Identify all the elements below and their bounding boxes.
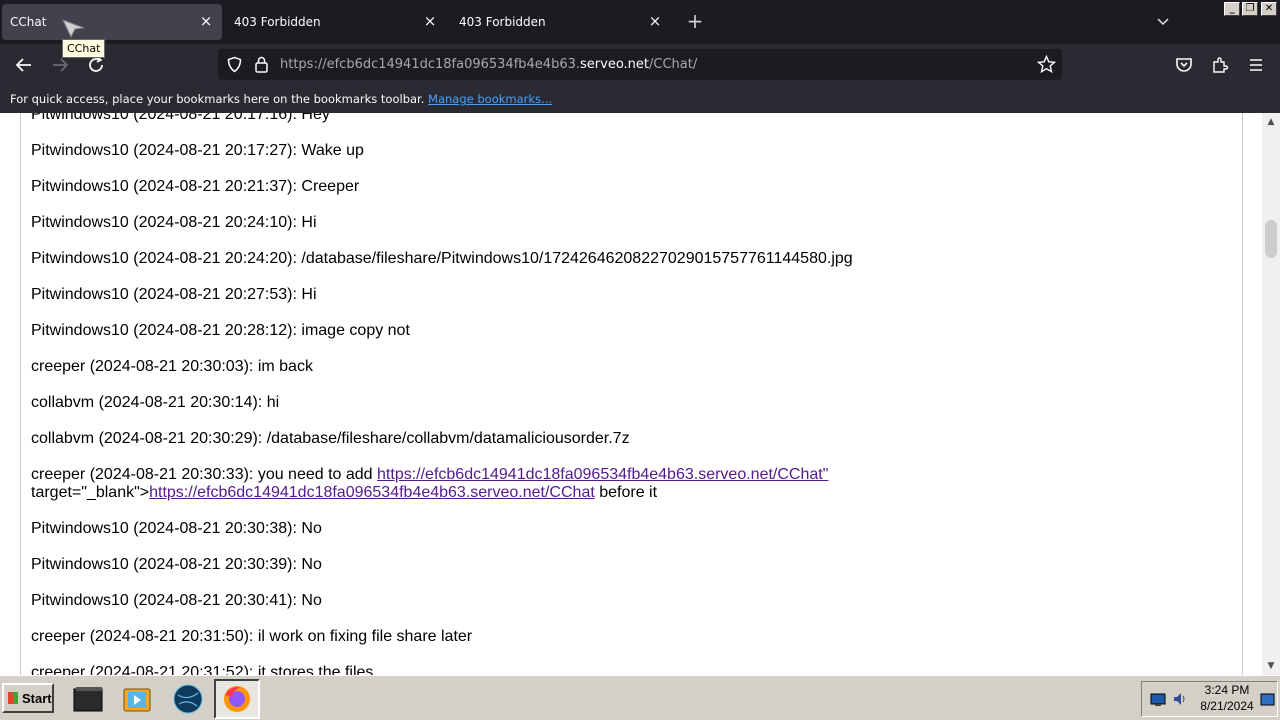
chat-message: Pitwindows10 (2024-08-21 20:21:37): Cree… bbox=[31, 178, 360, 195]
scroll-up-icon[interactable]: ▲ bbox=[1266, 117, 1276, 127]
star-icon[interactable] bbox=[1036, 54, 1057, 78]
chat-message: Pitwindows10 (2024-08-21 20:28:12): imag… bbox=[31, 322, 410, 339]
bookmarks-toolbar: For quick access, place your bookmarks h… bbox=[0, 85, 1280, 113]
chat-link[interactable]: https://efcb6dc14941dc18fa096534fb4e4b63… bbox=[149, 484, 595, 501]
taskbar: Start bbox=[0, 675, 1280, 720]
tab-cchat[interactable]: CChat × bbox=[2, 4, 222, 40]
extensions-icon[interactable] bbox=[1209, 54, 1231, 76]
scroll-thumb[interactable] bbox=[1265, 220, 1277, 258]
windows-flag-icon bbox=[8, 692, 18, 704]
url-bar[interactable]: https://efcb6dc14941dc18fa096534fb4e4b63… bbox=[218, 49, 1062, 80]
page-content: Pitwindows10 (2024-08-21 20:17:16): Hey … bbox=[0, 113, 1262, 675]
close-icon[interactable]: × bbox=[198, 13, 214, 29]
volume-icon[interactable] bbox=[1172, 691, 1188, 711]
url-prefix: https://efcb6dc14941dc18fa096534fb4e4b63… bbox=[280, 57, 581, 72]
clock-time[interactable]: 3:24 PM bbox=[1196, 683, 1258, 697]
tab-title: 403 Forbidden bbox=[234, 15, 321, 29]
chat-message: creeper (2024-08-21 20:30:03): im back bbox=[31, 358, 313, 375]
menu-icon[interactable] bbox=[1245, 54, 1267, 76]
tab-title: CChat bbox=[10, 15, 47, 29]
minimize-button[interactable]: _ bbox=[1224, 2, 1240, 16]
tab-403-forbidden-1[interactable]: 403 Forbidden × bbox=[226, 4, 446, 40]
restore-button[interactable]: ❐ bbox=[1242, 2, 1258, 16]
chat-message: Pitwindows10 (2024-08-21 20:17:16): Hey bbox=[31, 113, 330, 123]
chat-message: creeper (2024-08-21 20:31:50): il work o… bbox=[31, 628, 473, 645]
close-icon[interactable]: × bbox=[422, 13, 438, 29]
chat-message-text: target="_blank"> bbox=[31, 484, 150, 501]
terminal-icon[interactable] bbox=[70, 681, 106, 717]
navigation-bar: https://efcb6dc14941dc18fa096534fb4e4b63… bbox=[0, 44, 1280, 85]
network-icon[interactable] bbox=[1150, 692, 1166, 711]
close-icon[interactable]: × bbox=[647, 13, 663, 29]
globe-icon[interactable] bbox=[170, 681, 206, 717]
manage-bookmarks-link[interactable]: Manage bookmarks... bbox=[428, 92, 552, 106]
back-arrow-icon[interactable] bbox=[13, 54, 35, 76]
firefox-icon bbox=[224, 686, 250, 712]
chat-message-text: creeper (2024-08-21 20:30:33): you need … bbox=[31, 466, 378, 483]
chat-message: collabvm (2024-08-21 20:30:29): /databas… bbox=[31, 430, 630, 447]
tab-403-forbidden-2[interactable]: 403 Forbidden × bbox=[451, 4, 671, 40]
chat-message-with-link: creeper (2024-08-21 20:30:33): you need … bbox=[31, 466, 828, 484]
close-window-button[interactable]: ✕ bbox=[1261, 2, 1277, 16]
chat-message: Pitwindows10 (2024-08-21 20:30:39): No bbox=[31, 556, 322, 573]
chat-message: Pitwindows10 (2024-08-21 20:24:20): /dat… bbox=[31, 250, 853, 267]
chat-link[interactable]: https://efcb6dc14941dc18fa096534fb4e4b63… bbox=[377, 466, 828, 483]
chat-message: Pitwindows10 (2024-08-21 20:17:27): Wake… bbox=[31, 142, 364, 159]
tab-bar: CChat × 403 Forbidden × 403 Forbidden × … bbox=[0, 0, 1280, 44]
notification-icon[interactable] bbox=[1260, 692, 1276, 712]
chat-message: creeper (2024-08-21 20:31:52): it stores… bbox=[31, 664, 374, 675]
chevron-down-icon[interactable] bbox=[1152, 12, 1174, 32]
chat-message-with-link-continued: target="_blank">https://efcb6dc14941dc18… bbox=[31, 484, 657, 502]
mouse-cursor-icon bbox=[62, 16, 88, 42]
chat-message: collabvm (2024-08-21 20:30:14): hi bbox=[31, 394, 280, 411]
start-button[interactable]: Start bbox=[2, 683, 54, 713]
url-path: /CChat/ bbox=[649, 57, 698, 72]
plus-icon[interactable]: + bbox=[684, 10, 706, 32]
media-player-icon[interactable] bbox=[119, 681, 155, 717]
chat-message-text: before it bbox=[594, 484, 658, 501]
shield-icon[interactable] bbox=[226, 56, 243, 77]
url-text[interactable]: https://efcb6dc14941dc18fa096534fb4e4b63… bbox=[280, 57, 697, 72]
chat-message: Pitwindows10 (2024-08-21 20:30:38): No bbox=[31, 520, 322, 537]
lock-icon[interactable] bbox=[254, 56, 269, 77]
vertical-scrollbar[interactable]: ▲ ▼ bbox=[1262, 113, 1280, 675]
firefox-taskbar-button[interactable] bbox=[214, 679, 260, 719]
url-domain: serveo.net bbox=[580, 57, 650, 72]
chat-message: Pitwindows10 (2024-08-21 20:30:41): No bbox=[31, 592, 322, 609]
clock-date[interactable]: 8/21/2024 bbox=[1196, 699, 1258, 713]
pocket-icon[interactable] bbox=[1173, 54, 1195, 76]
start-label: Start bbox=[22, 690, 52, 706]
chat-message: Pitwindows10 (2024-08-21 20:27:53): Hi bbox=[31, 286, 317, 303]
bookmarks-message: For quick access, place your bookmarks h… bbox=[10, 92, 425, 106]
chat-message: Pitwindows10 (2024-08-21 20:24:10): Hi bbox=[31, 214, 317, 231]
tab-title: 403 Forbidden bbox=[459, 15, 546, 29]
scroll-down-icon[interactable]: ▼ bbox=[1266, 661, 1276, 671]
